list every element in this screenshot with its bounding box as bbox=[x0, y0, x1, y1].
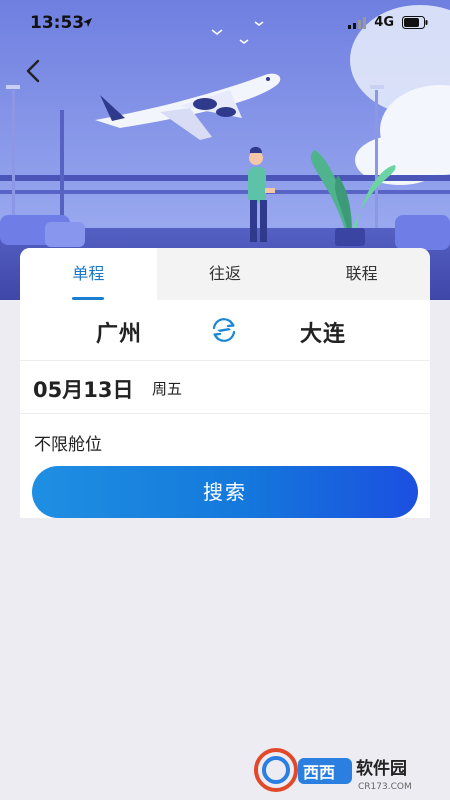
status-indicators: 4G bbox=[348, 15, 428, 30]
tab-label: 往返 bbox=[209, 264, 242, 283]
departure-date: 05月13日 bbox=[33, 378, 134, 402]
svg-text:CR173.COM: CR173.COM bbox=[358, 782, 412, 792]
cabin-class-value: 不限舱位 bbox=[34, 435, 102, 455]
watermark-logo: 西西 软件园 CR173.COM bbox=[250, 744, 440, 794]
location-arrow-icon bbox=[83, 18, 92, 27]
network-type: 4G bbox=[374, 15, 394, 30]
search-button[interactable]: 搜索 bbox=[32, 466, 418, 518]
departure-weekday: 周五 bbox=[152, 380, 183, 398]
departure-date-row[interactable]: 05月13日 周五 bbox=[20, 361, 430, 414]
back-button[interactable] bbox=[18, 56, 48, 86]
watermark-graphic: 西西 软件园 CR173.COM bbox=[254, 748, 412, 792]
flight-search-screen: 13:53 4G 单程 往返 联程 广州 大连 05月13日 周五 不限舱位 搜… bbox=[0, 0, 450, 800]
svg-text:西西: 西西 bbox=[303, 763, 335, 782]
tab-label: 单程 bbox=[72, 264, 105, 283]
trip-type-tabs: 单程 往返 联程 bbox=[20, 248, 430, 300]
route-row: 广州 大连 bbox=[20, 300, 430, 361]
status-time: 13:53 bbox=[30, 13, 85, 33]
swap-cities-button[interactable] bbox=[208, 314, 240, 346]
swap-icon bbox=[212, 318, 236, 342]
chevron-left-icon bbox=[26, 59, 40, 83]
status-bar: 13:53 4G bbox=[0, 0, 450, 44]
battery-icon bbox=[402, 16, 428, 29]
tab-round-trip[interactable]: 往返 bbox=[157, 248, 294, 300]
signal-icon bbox=[348, 16, 367, 29]
arrival-city[interactable]: 大连 bbox=[300, 316, 346, 348]
tab-multi-city[interactable]: 联程 bbox=[293, 248, 430, 300]
tab-label: 联程 bbox=[345, 264, 378, 283]
svg-text:软件园: 软件园 bbox=[356, 758, 407, 779]
tab-one-way[interactable]: 单程 bbox=[20, 248, 157, 300]
departure-city[interactable]: 广州 bbox=[96, 316, 142, 348]
cabin-class-row[interactable]: 不限舱位 bbox=[20, 414, 430, 464]
